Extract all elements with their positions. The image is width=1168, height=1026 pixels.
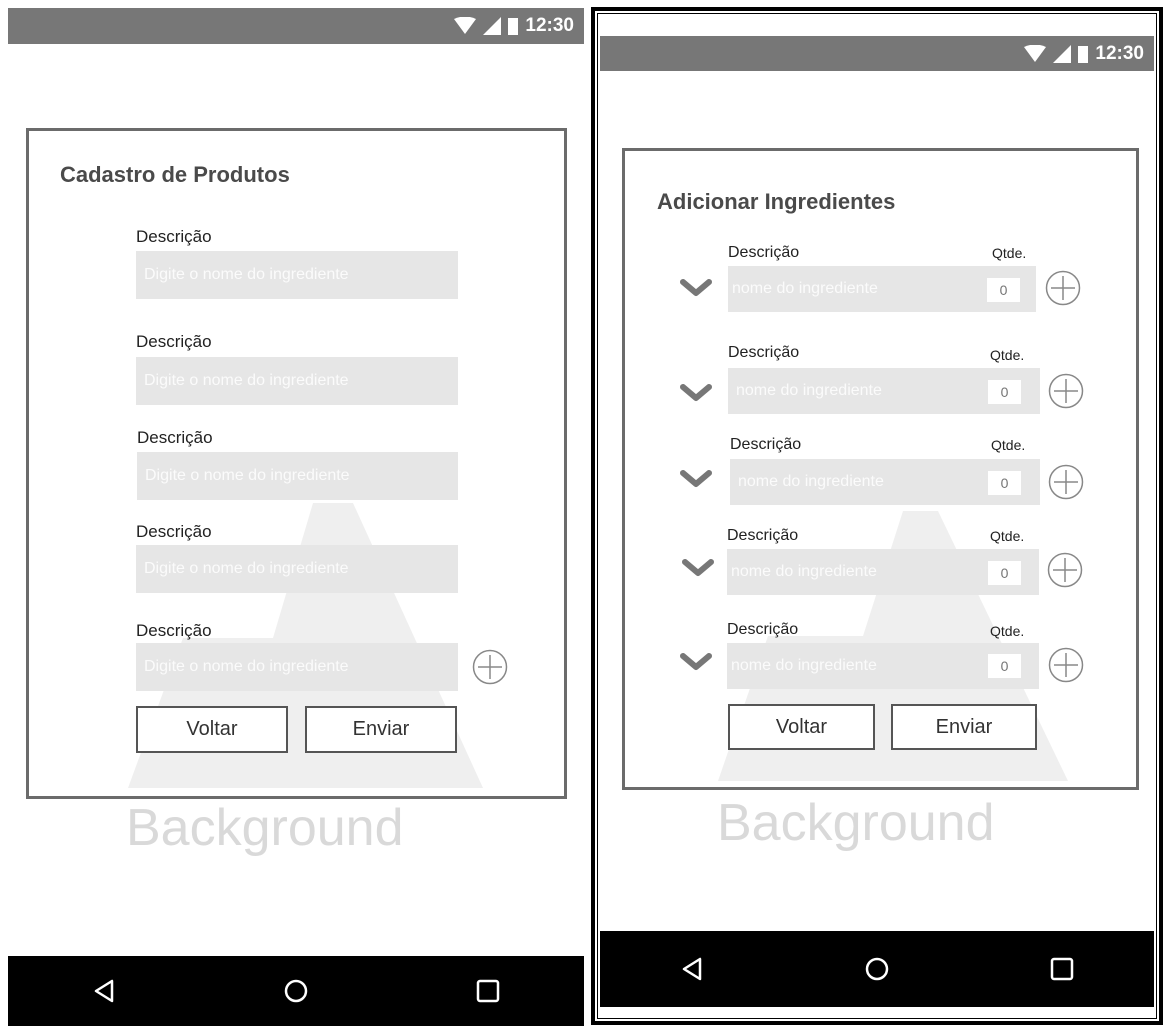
description-label: Descrição xyxy=(136,621,212,640)
description-label: Descrição xyxy=(728,344,800,361)
description-label: Descrição xyxy=(727,621,799,638)
add-ingredient-icon[interactable] xyxy=(1048,373,1084,409)
quantity-label: Qtde. xyxy=(992,245,1027,261)
description-label: Descrição xyxy=(728,244,800,261)
send-button[interactable]: Enviar xyxy=(891,704,1037,750)
description-label: Descrição xyxy=(730,436,802,453)
description-label: Descrição xyxy=(137,428,213,447)
description-input[interactable] xyxy=(136,545,458,593)
battery-icon xyxy=(1078,45,1089,63)
phone-screen-cadastro: 12:30 Background Cadastro de Produtos De… xyxy=(8,8,584,1026)
chevron-down-icon[interactable] xyxy=(679,277,713,299)
add-ingredient-icon[interactable] xyxy=(1048,464,1084,500)
home-circle-icon xyxy=(284,979,308,1003)
description-label: Descrição xyxy=(136,227,212,246)
chevron-down-icon[interactable] xyxy=(679,651,713,673)
status-bar: 12:30 xyxy=(8,8,584,44)
description-label: Descrição xyxy=(136,332,212,351)
chevron-down-icon[interactable] xyxy=(679,468,713,490)
background-label: Background xyxy=(126,799,404,857)
background-label: Background xyxy=(717,794,995,852)
quantity-label: Qtde. xyxy=(990,528,1025,544)
quantity-input[interactable] xyxy=(988,561,1021,585)
back-triangle-icon xyxy=(94,979,114,1003)
chevron-down-icon[interactable] xyxy=(681,557,715,579)
nav-recents-button[interactable] xyxy=(468,971,508,1011)
nav-home-button[interactable] xyxy=(857,949,897,989)
back-triangle-icon xyxy=(683,957,702,981)
description-input[interactable] xyxy=(136,251,458,299)
description-input[interactable] xyxy=(136,643,458,691)
page-title: Adicionar Ingredientes xyxy=(657,189,896,214)
back-button[interactable]: Voltar xyxy=(136,706,288,753)
signal-icon xyxy=(483,17,502,35)
quantity-input[interactable] xyxy=(988,654,1021,678)
add-field-icon[interactable] xyxy=(472,649,508,685)
quantity-label: Qtde. xyxy=(990,623,1025,639)
signal-icon xyxy=(1053,44,1072,63)
description-input[interactable] xyxy=(136,357,458,405)
wifi-icon xyxy=(1024,44,1047,62)
nav-back-button[interactable] xyxy=(84,971,124,1011)
quantity-input[interactable] xyxy=(988,471,1021,495)
description-label: Descrição xyxy=(136,522,212,541)
page-title: Cadastro de Produtos xyxy=(60,162,290,187)
nav-home-button[interactable] xyxy=(276,971,316,1011)
send-button[interactable]: Enviar xyxy=(305,706,457,753)
description-input[interactable] xyxy=(137,452,458,500)
nav-recents-button[interactable] xyxy=(1042,949,1082,989)
quantity-input[interactable] xyxy=(987,278,1020,302)
add-ingredient-icon[interactable] xyxy=(1048,647,1084,683)
quantity-label: Qtde. xyxy=(990,347,1025,363)
status-bar: 12:30 xyxy=(600,36,1154,71)
add-ingredient-icon[interactable] xyxy=(1045,270,1081,306)
quantity-input[interactable] xyxy=(988,380,1021,404)
description-label: Descrição xyxy=(727,527,799,544)
phone-screen-ingredientes: 12:30 Background Adicionar Ingredientes … xyxy=(592,8,1162,1024)
recents-square-icon xyxy=(1050,957,1073,981)
recents-square-icon xyxy=(476,979,500,1003)
battery-icon xyxy=(508,18,519,35)
wifi-icon xyxy=(454,17,477,34)
quantity-label: Qtde. xyxy=(991,437,1026,453)
navigation-bar xyxy=(600,931,1154,1007)
status-time: 12:30 xyxy=(1095,42,1144,64)
add-ingredient-icon[interactable] xyxy=(1047,552,1083,588)
navigation-bar xyxy=(8,956,584,1026)
status-time: 12:30 xyxy=(525,15,574,36)
nav-back-button[interactable] xyxy=(672,949,712,989)
back-button[interactable]: Voltar xyxy=(728,704,875,750)
home-circle-icon xyxy=(865,957,889,981)
chevron-down-icon[interactable] xyxy=(679,382,713,404)
